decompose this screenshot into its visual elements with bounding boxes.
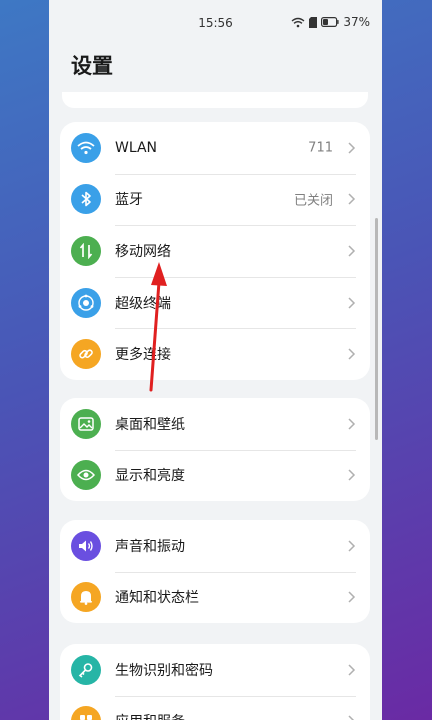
- settings-item-sound[interactable]: 声音和振动: [60, 520, 370, 572]
- search-bar[interactable]: [62, 92, 368, 108]
- bluetooth-icon: [71, 184, 101, 215]
- settings-item-wlan[interactable]: WLAN 711: [60, 122, 370, 174]
- settings-item-label: 桌面和壁纸: [115, 416, 185, 433]
- eye-icon: [71, 460, 101, 491]
- settings-item-label: 显示和亮度: [115, 468, 185, 485]
- status-icons: 37%: [291, 15, 370, 29]
- chevron-right-icon: [348, 469, 356, 481]
- settings-item-label: 超级终端: [115, 295, 171, 312]
- battery-level: 37%: [343, 15, 370, 29]
- mobile-data-icon: [71, 235, 101, 266]
- apps-icon: [71, 706, 101, 720]
- key-icon: [71, 654, 101, 685]
- chevron-right-icon: [348, 193, 356, 205]
- sim-icon: [309, 16, 318, 28]
- wifi-icon: [71, 132, 101, 163]
- settings-item-label: 通知和状态栏: [115, 590, 199, 607]
- chevron-right-icon: [348, 664, 356, 676]
- settings-item-super-device[interactable]: 超级终端: [60, 276, 370, 329]
- settings-item-apps[interactable]: 应用和服务: [60, 695, 370, 720]
- settings-item-more-connections[interactable]: 更多连接: [60, 328, 370, 380]
- settings-item-mobile-network[interactable]: 移动网络: [60, 225, 370, 277]
- chevron-right-icon: [348, 418, 356, 430]
- settings-item-label: 生物识别和密码: [115, 662, 213, 679]
- settings-group-security: 生物识别和密码 应用和服务: [60, 644, 370, 720]
- settings-group-connections: WLAN 711 蓝牙 已关闭 移动网络 超级终端 更多连接: [60, 122, 370, 380]
- settings-group-sound: 声音和振动 通知和状态栏: [60, 520, 370, 624]
- settings-item-label: 蓝牙: [115, 192, 143, 209]
- settings-item-label: 应用和服务: [115, 711, 185, 720]
- settings-item-label: 更多连接: [115, 347, 171, 364]
- settings-item-display[interactable]: 显示和亮度: [60, 449, 370, 502]
- wallpaper-icon: [71, 408, 101, 439]
- chevron-right-icon: [348, 142, 356, 154]
- scrollbar[interactable]: [375, 218, 378, 440]
- status-bar: 15:56 37%: [49, 0, 382, 46]
- bell-icon: [71, 582, 101, 613]
- settings-item-bluetooth[interactable]: 蓝牙 已关闭: [60, 173, 370, 226]
- settings-item-wallpaper[interactable]: 桌面和壁纸: [60, 398, 370, 450]
- settings-item-label: 声音和振动: [115, 538, 185, 555]
- super-device-icon: [71, 287, 101, 318]
- settings-item-value: 711: [308, 140, 333, 156]
- speaker-icon: [71, 530, 101, 561]
- page-title: 设置: [71, 54, 113, 78]
- settings-group-display: 桌面和壁纸 显示和亮度: [60, 398, 370, 502]
- settings-item-value: 已关闭: [293, 193, 333, 209]
- settings-item-label: WLAN: [115, 139, 158, 156]
- settings-screen: 15:56 37% 设置 WLAN 711 蓝牙 已关闭 移动网络 超级终端 更…: [49, 0, 382, 720]
- chevron-right-icon: [348, 245, 356, 257]
- chevron-right-icon: [348, 591, 356, 603]
- chevron-right-icon: [348, 297, 356, 309]
- settings-item-label: 移动网络: [115, 243, 171, 260]
- settings-item-biometrics[interactable]: 生物识别和密码: [60, 644, 370, 696]
- chevron-right-icon: [348, 348, 356, 360]
- link-icon: [71, 339, 101, 370]
- chevron-right-icon: [348, 715, 354, 720]
- wifi-icon: [291, 17, 305, 28]
- battery-icon: [321, 17, 339, 27]
- settings-item-notifications[interactable]: 通知和状态栏: [60, 571, 370, 624]
- chevron-right-icon: [348, 540, 356, 552]
